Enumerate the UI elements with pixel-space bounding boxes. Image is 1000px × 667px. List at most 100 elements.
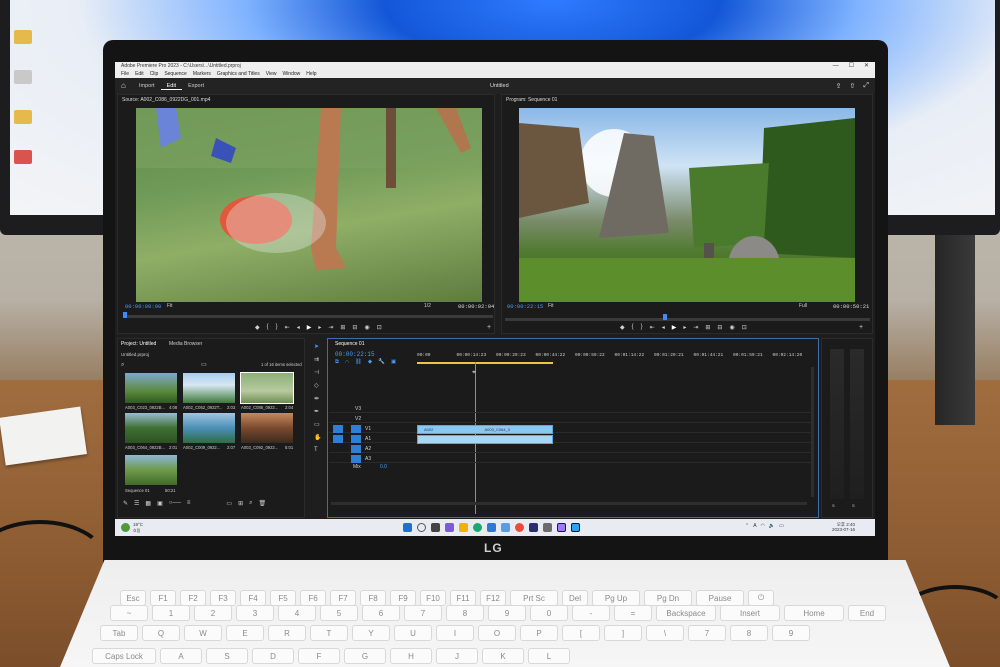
step-back-icon[interactable]: ◂	[662, 324, 665, 331]
lift-icon[interactable]: ⊞	[705, 324, 710, 331]
razor-icon[interactable]: ◇	[314, 382, 324, 389]
battery-icon[interactable]: ▭	[779, 523, 784, 529]
export-frame-icon[interactable]: ◉	[729, 324, 734, 331]
wrench-icon[interactable]: 🔧	[378, 359, 385, 366]
work-area-bar[interactable]	[417, 362, 553, 364]
photos-icon[interactable]	[501, 523, 510, 532]
thumbnail-selected[interactable]	[240, 372, 294, 404]
icon-view-icon[interactable]: ▦	[145, 500, 151, 507]
photoshop-icon[interactable]	[571, 523, 580, 532]
thumbnail[interactable]	[241, 413, 293, 443]
chrome-icon[interactable]	[515, 523, 524, 532]
task-view-icon[interactable]	[431, 523, 440, 532]
taskbar-clock[interactable]: 오후 2:40 2023-07-16	[832, 522, 855, 532]
mark-out-icon[interactable]: }	[276, 324, 278, 331]
timeline-horizontal-scroll[interactable]	[331, 502, 807, 505]
mark-in-icon[interactable]: {	[267, 324, 269, 331]
maximize-icon[interactable]: ☐	[849, 62, 854, 70]
tab-export[interactable]: Export	[182, 83, 210, 89]
minimize-icon[interactable]: —	[833, 62, 839, 70]
track-select-icon[interactable]: ⇉	[314, 356, 324, 363]
track-target-a2[interactable]	[351, 445, 361, 453]
track-target-v1[interactable]	[351, 425, 361, 433]
tab-media-browser[interactable]: Media Browser	[169, 341, 202, 347]
extract-icon[interactable]: ⊟	[717, 324, 722, 331]
mix-value[interactable]: 0.0	[380, 464, 387, 470]
mark-in-icon[interactable]: {	[632, 324, 634, 331]
weather-icon[interactable]	[121, 523, 130, 532]
teams-icon[interactable]	[445, 523, 454, 532]
track-target-a3[interactable]	[351, 455, 361, 463]
file-explorer-icon[interactable]	[459, 523, 468, 532]
go-to-out-icon[interactable]: ⇥	[693, 324, 698, 331]
home-icon[interactable]: ⌂	[121, 82, 129, 90]
export-frame-icon[interactable]: ◉	[364, 324, 369, 331]
search-icon[interactable]: ⌕	[249, 500, 252, 507]
tab-edit[interactable]: Edit	[160, 83, 183, 90]
play-icon[interactable]: ▶	[672, 324, 677, 331]
source-scrubber[interactable]	[123, 315, 493, 318]
source-patch-a1[interactable]	[333, 435, 343, 443]
step-forward-icon[interactable]: ▸	[683, 324, 686, 331]
start-icon[interactable]	[403, 523, 412, 532]
nest-icon[interactable]: ⧉	[335, 359, 339, 366]
zoom-slider[interactable]: ○──	[169, 500, 181, 507]
weather-condition[interactable]: 흐림	[133, 528, 140, 534]
new-item-icon[interactable]: ⊞	[238, 500, 243, 507]
thumbnail[interactable]	[125, 413, 177, 443]
add-marker-icon[interactable]: ◆	[368, 359, 372, 366]
source-patch-v1[interactable]	[333, 425, 343, 433]
insert-icon[interactable]: ⊞	[340, 324, 345, 331]
freeform-view-icon[interactable]: ▣	[157, 500, 163, 507]
step-back-icon[interactable]: ◂	[297, 324, 300, 331]
volume-icon[interactable]: 🔈	[769, 523, 775, 529]
menu-item-edit[interactable]: Edit	[135, 70, 144, 78]
type-icon[interactable]: T	[314, 447, 324, 453]
go-to-out-icon[interactable]: ⇥	[328, 324, 333, 331]
weather-temp[interactable]: 19°C	[133, 522, 143, 527]
list-view-icon[interactable]: ☰	[134, 500, 139, 507]
source-fit-select[interactable]: Fit	[167, 303, 173, 309]
share-icon[interactable]: ⇧	[850, 82, 856, 90]
search-icon[interactable]: ⌕	[121, 362, 124, 369]
solo-left-button[interactable]: S	[832, 503, 835, 508]
timeline-vertical-scroll[interactable]	[811, 367, 814, 497]
menu-item-view[interactable]: View	[266, 70, 277, 78]
folder-icon[interactable]: ▭	[201, 361, 207, 368]
thumbnail[interactable]	[183, 373, 235, 403]
source-timecode[interactable]: 00:00:00:00	[125, 303, 161, 310]
edge-icon[interactable]	[473, 523, 482, 532]
menu-item-graphics-and-titles[interactable]: Graphics and Titles	[217, 70, 260, 78]
source-playhead[interactable]	[123, 312, 127, 318]
thumbnail[interactable]	[125, 455, 177, 485]
tab-project[interactable]: Project: Untitled	[121, 341, 156, 347]
captions-icon[interactable]: ▣	[391, 359, 396, 366]
hand-icon[interactable]: ✋	[314, 434, 324, 441]
program-quality-select[interactable]: Full	[799, 303, 807, 309]
close-icon[interactable]: ✕	[864, 62, 869, 70]
menu-item-markers[interactable]: Markers	[193, 70, 211, 78]
sort-icon[interactable]: ≡	[187, 500, 191, 507]
premiere-pro-icon[interactable]	[557, 523, 566, 532]
rectangle-icon[interactable]: ▭	[314, 421, 324, 428]
program-timecode[interactable]: 00:00:22:15	[507, 303, 543, 310]
pen-icon[interactable]: ✒	[314, 408, 324, 415]
menu-item-help[interactable]: Help	[306, 70, 316, 78]
delete-icon[interactable]: 🗑	[259, 500, 267, 507]
thumbnail[interactable]	[183, 413, 235, 443]
quick-export-icon[interactable]: ⇪	[836, 82, 842, 90]
button-editor-icon[interactable]: ⊡	[377, 324, 382, 331]
language-icon[interactable]: A	[753, 523, 756, 529]
chevron-up-icon[interactable]: ⌃	[745, 523, 749, 529]
step-forward-icon[interactable]: ▸	[318, 324, 321, 331]
program-playhead[interactable]	[663, 314, 667, 320]
add-marker-icon[interactable]: ◆	[255, 324, 260, 331]
ripple-edit-icon[interactable]: ⊣	[314, 369, 324, 376]
fullscreen-icon[interactable]: ⤢	[863, 82, 869, 90]
snap-icon[interactable]: ∩	[345, 359, 349, 366]
source-add-button[interactable]: +	[487, 324, 491, 331]
slip-icon[interactable]: ⇹	[314, 395, 324, 402]
calculator-icon[interactable]	[529, 523, 538, 532]
linked-selection-icon[interactable]: ⛓	[355, 359, 362, 366]
search-icon[interactable]	[417, 523, 426, 532]
